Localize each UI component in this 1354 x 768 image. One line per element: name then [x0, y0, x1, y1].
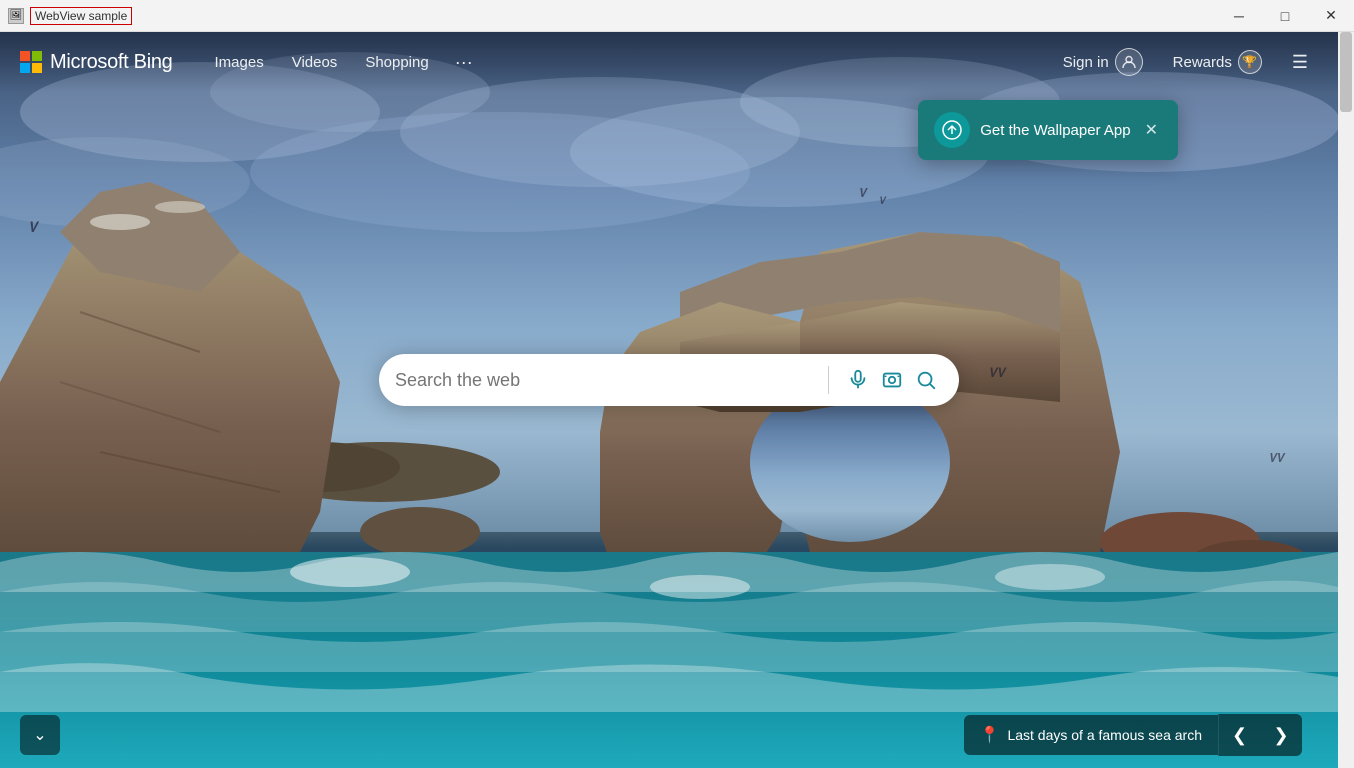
rewards-icon: 🏆 — [1238, 50, 1262, 74]
next-image-button[interactable]: ❯ — [1260, 714, 1302, 756]
svg-text:𝑽: 𝑽 — [860, 186, 868, 200]
background: 𝑽 𝑽 𝑽 𝑽𝑽 𝑽𝑽 Microsoft Bing — [0, 32, 1338, 768]
sign-in-label: Sign in — [1063, 54, 1109, 71]
wallpaper-popup-title: Get the Wallpaper App — [980, 122, 1130, 139]
visual-search-button[interactable] — [875, 367, 909, 393]
sq-blue — [20, 63, 30, 73]
bottom-bar: ⌄ 📍 Last days of a famous sea arch ❮ ❯ — [0, 702, 1322, 768]
avatar-icon — [1115, 48, 1143, 76]
caption-pill: 📍 Last days of a famous sea arch — [964, 715, 1218, 755]
title-bar: 🖼 WebView sample ─ □ ✕ — [0, 0, 1354, 32]
nav-right: Sign in Rewards 🏆 ☰ — [1053, 42, 1318, 82]
search-bar — [379, 354, 959, 406]
wallpaper-app-icon — [934, 112, 970, 148]
sq-yellow — [32, 63, 42, 73]
bing-logo-squares — [20, 51, 42, 73]
logo-text: Microsoft Bing — [50, 51, 173, 74]
scrollbar[interactable] — [1338, 32, 1354, 768]
prev-image-button[interactable]: ❮ — [1218, 714, 1260, 756]
rewards-label: Rewards — [1173, 54, 1232, 71]
wallpaper-close-button[interactable]: ✕ — [1141, 118, 1162, 142]
sq-green — [32, 51, 42, 61]
logo[interactable]: Microsoft Bing — [20, 51, 173, 74]
caption-text: Last days of a famous sea arch — [1007, 727, 1202, 743]
close-button[interactable]: ✕ — [1308, 0, 1354, 32]
location-icon: 📍 — [980, 725, 1000, 745]
voice-search-button[interactable] — [841, 367, 875, 393]
wallpaper-popup: Get the Wallpaper App ✕ — [918, 100, 1178, 160]
search-divider — [828, 366, 829, 394]
minimize-button[interactable]: ─ — [1216, 0, 1262, 32]
nav-images[interactable]: Images — [203, 48, 276, 77]
scroll-down-button[interactable]: ⌄ — [20, 715, 60, 755]
search-container — [379, 354, 959, 406]
nav-videos[interactable]: Videos — [280, 48, 350, 77]
svg-text:𝑽𝑽: 𝑽𝑽 — [990, 365, 1007, 380]
search-button[interactable] — [909, 367, 943, 393]
scrollbar-thumb[interactable] — [1340, 32, 1352, 112]
svg-text:𝑽: 𝑽 — [30, 219, 40, 235]
navbar: Microsoft Bing Images Videos Shopping ··… — [0, 32, 1338, 92]
window-controls: ─ □ ✕ — [1216, 0, 1354, 32]
rewards-button[interactable]: Rewards 🏆 — [1163, 44, 1272, 80]
svg-text:𝑽: 𝑽 — [880, 196, 887, 207]
app-icon: 🖼 — [8, 8, 24, 24]
maximize-button[interactable]: □ — [1262, 0, 1308, 32]
svg-text:𝑽𝑽: 𝑽𝑽 — [1270, 451, 1286, 465]
search-input[interactable] — [395, 370, 816, 391]
sq-red — [20, 51, 30, 61]
title-bar-left: 🖼 WebView sample — [0, 7, 140, 25]
sign-in-button[interactable]: Sign in — [1053, 42, 1153, 82]
hamburger-menu-button[interactable]: ☰ — [1282, 46, 1318, 79]
nav-links: Images Videos Shopping ··· — [203, 46, 483, 79]
nav-more-button[interactable]: ··· — [445, 46, 483, 79]
caption-area: 📍 Last days of a famous sea arch ❮ ❯ — [964, 714, 1302, 756]
window-title: WebView sample — [30, 7, 132, 25]
nav-shopping[interactable]: Shopping — [353, 48, 440, 77]
